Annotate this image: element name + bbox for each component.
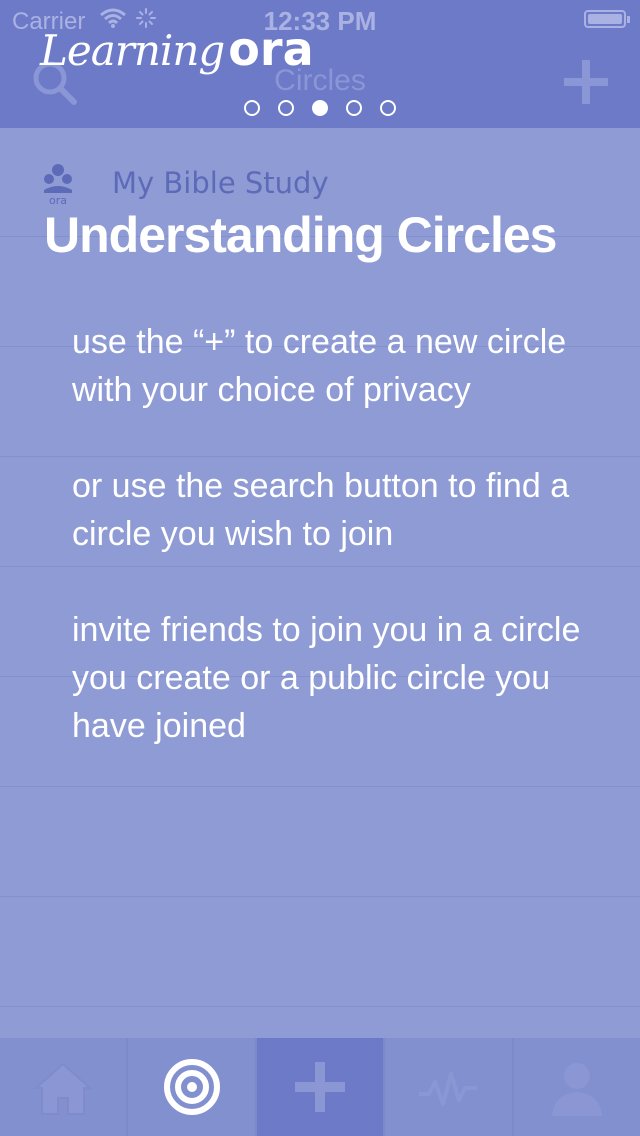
tip-search: or use the search button to find a circl…	[72, 467, 570, 553]
page-dot-2[interactable]	[278, 100, 294, 116]
page-dot-3[interactable]	[312, 100, 328, 116]
page-dot-5[interactable]	[380, 100, 396, 116]
brand-learning-text: Learning	[40, 26, 225, 75]
tips-list: use the “+” to create a new circle with …	[72, 318, 612, 798]
page-heading: Understanding Circles	[44, 207, 557, 263]
ora-circle-logo-icon: ora	[44, 164, 72, 206]
page-indicator	[0, 100, 640, 116]
onboarding-overlay: Learningora ora My Bible Study Understan…	[0, 0, 640, 1136]
circle-logo-text: ora	[49, 194, 67, 206]
tip-invite: invite friends to join you in a circle y…	[72, 611, 581, 745]
brand-ora-text: ora	[228, 22, 314, 76]
page-dot-1[interactable]	[244, 100, 260, 116]
learning-ora-logo: Learningora	[40, 22, 314, 76]
circle-name: My Bible Study	[112, 166, 329, 200]
page-dot-4[interactable]	[346, 100, 362, 116]
tip-create: use the “+” to create a new circle with …	[72, 323, 567, 409]
